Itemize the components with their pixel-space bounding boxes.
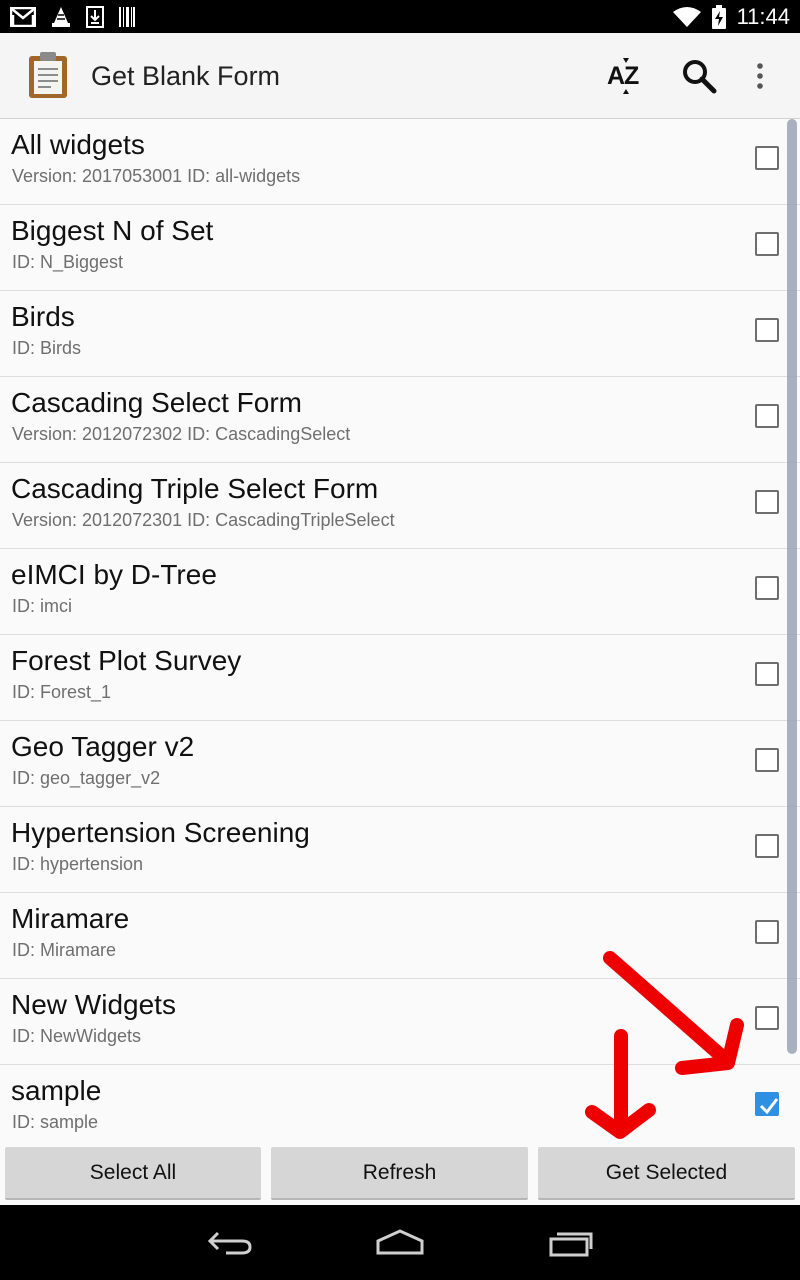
overflow-menu-icon [757, 63, 763, 89]
sort-az-icon: A Z [607, 58, 639, 94]
navigation-bar [0, 1205, 800, 1280]
form-list-item[interactable]: All widgets Version: 2017053001 ID: all-w… [0, 119, 800, 205]
barcode-icon [119, 7, 135, 27]
recents-icon [549, 1232, 593, 1257]
form-select-checkbox[interactable] [755, 920, 779, 944]
scrollbar[interactable] [787, 119, 797, 1054]
form-id-version: ID: sample [12, 1112, 99, 1132]
form-select-checkbox[interactable] [755, 662, 779, 686]
form-id-version: ID: N_Biggest [12, 252, 124, 272]
form-list-item[interactable]: Biggest N of Set ID: N_Biggest [0, 205, 800, 291]
form-select-checkbox[interactable] [755, 1006, 779, 1030]
system-icons: 11:44 [672, 4, 790, 30]
gmail-icon [10, 7, 36, 27]
sort-button[interactable]: A Z [602, 53, 648, 99]
form-select-checkbox[interactable] [755, 318, 779, 342]
notification-icons [10, 5, 136, 29]
form-select-checkbox[interactable] [755, 232, 779, 256]
form-select-checkbox[interactable] [755, 146, 779, 170]
form-id-version: Version: 2012072301 ID: CascadingTripleS… [12, 510, 395, 530]
form-select-checkbox[interactable] [755, 748, 779, 772]
form-list[interactable]: All widgets Version: 2017053001 ID: all-w… [0, 119, 800, 1145]
form-list-item[interactable]: sample ID: sample [0, 1065, 800, 1145]
search-button[interactable] [676, 53, 722, 99]
form-title: Geo Tagger v2 [11, 731, 195, 762]
form-title: Cascading Triple Select Form [11, 473, 379, 504]
app-bar: Get Blank Form A Z [0, 33, 800, 119]
download-icon [86, 6, 104, 28]
status-bar: 11:44 [0, 0, 800, 33]
wifi-icon [672, 7, 701, 27]
form-id-version: ID: geo_tagger_v2 [12, 768, 161, 788]
form-list-item[interactable]: Forest Plot Survey ID: Forest_1 [0, 635, 800, 721]
form-select-checkbox[interactable] [755, 576, 779, 600]
form-title: Cascading Select Form [11, 387, 303, 418]
form-id-version: ID: Forest_1 [12, 682, 112, 702]
search-icon [683, 60, 717, 94]
form-title: Birds [11, 301, 75, 332]
form-id-version: ID: Miramare [12, 940, 117, 960]
refresh-button[interactable]: Refresh [271, 1147, 528, 1200]
form-list-item[interactable]: Miramare ID: Miramare [0, 893, 800, 979]
select-all-button[interactable]: Select All [5, 1147, 261, 1200]
overflow-menu-button[interactable] [737, 53, 783, 99]
form-title: Biggest N of Set [11, 215, 214, 246]
form-title: All widgets [11, 129, 145, 160]
form-title: Hypertension Screening [11, 817, 310, 848]
form-id-version: ID: Birds [12, 338, 82, 358]
form-list-item[interactable]: New Widgets ID: NewWidgets [0, 979, 800, 1065]
svg-text:A: A [607, 62, 625, 90]
svg-text:Z: Z [624, 62, 639, 90]
form-select-checkbox[interactable] [755, 1092, 779, 1116]
page-title: Get Blank Form [91, 61, 281, 91]
form-list-item[interactable]: Hypertension Screening ID: hypertension [0, 807, 800, 893]
form-select-checkbox[interactable] [755, 834, 779, 858]
get-selected-button[interactable]: Get Selected [538, 1147, 795, 1200]
form-title: sample [11, 1075, 102, 1106]
form-title: Forest Plot Survey [11, 645, 242, 676]
form-list-item[interactable]: Geo Tagger v2 ID: geo_tagger_v2 [0, 721, 800, 807]
form-list-item[interactable]: eIMCI by D-Tree ID: imci [0, 549, 800, 635]
nav-home-button[interactable] [370, 1225, 430, 1261]
form-list-item[interactable]: Cascading Triple Select Form Version: 201… [0, 463, 800, 549]
checkmark-icon [759, 1098, 779, 1115]
nav-recents-button[interactable] [541, 1225, 601, 1261]
home-icon [376, 1229, 424, 1255]
form-select-checkbox[interactable] [755, 404, 779, 428]
form-id-version: ID: imci [12, 596, 72, 616]
nav-back-button[interactable] [200, 1225, 260, 1261]
form-list-item[interactable]: Birds ID: Birds [0, 291, 800, 377]
form-title: eIMCI by D-Tree [11, 559, 217, 590]
form-title: Miramare [11, 903, 130, 934]
button-bar: Select All Refresh Get Selected [0, 1145, 800, 1205]
form-id-version: ID: NewWidgets [12, 1026, 142, 1046]
form-select-checkbox[interactable] [755, 490, 779, 514]
clipboard-app-icon [29, 52, 67, 98]
form-id-version: ID: hypertension [12, 854, 144, 874]
form-list-item[interactable]: Cascading Select Form Version: 2012072302… [0, 377, 800, 463]
form-id-version: Version: 2017053001 ID: all-widgets [12, 166, 301, 186]
status-clock: 11:44 [736, 4, 790, 29]
battery-charging-icon [711, 5, 726, 29]
form-title: New Widgets [11, 989, 176, 1020]
back-icon [207, 1231, 252, 1255]
vlc-icon [52, 7, 70, 27]
form-id-version: Version: 2012072302 ID: CascadingSelect [12, 424, 351, 444]
